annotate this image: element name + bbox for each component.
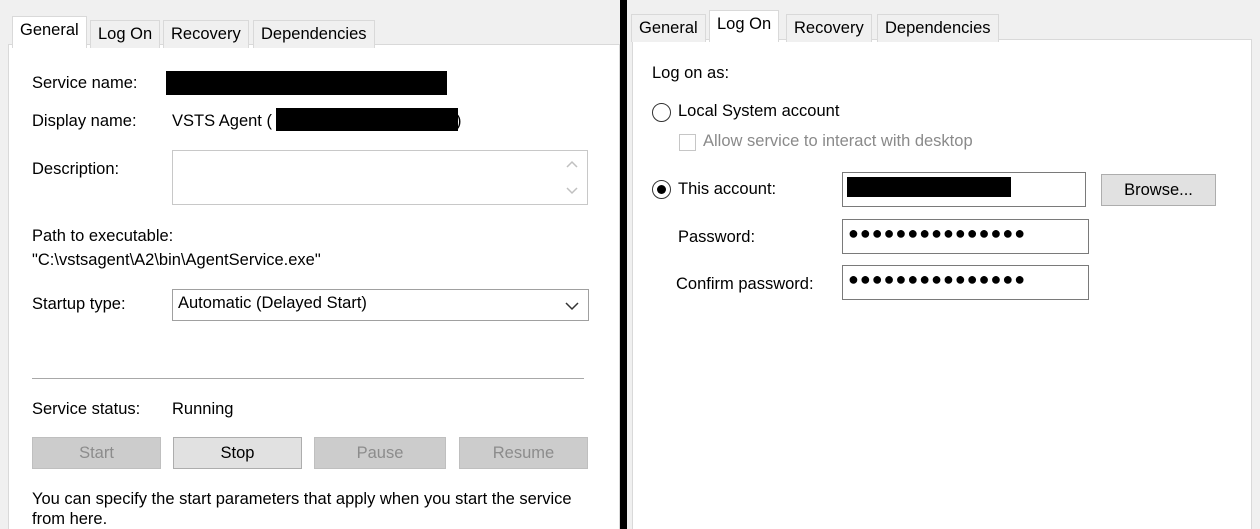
password-field[interactable]: ●●●●●●●●●●●●●●●: [842, 219, 1089, 254]
service-status-value: Running: [172, 400, 234, 418]
start-parameters-hint-line2: from here.: [32, 510, 108, 528]
path-to-executable-label: Path to executable:: [32, 227, 174, 245]
scroll-up-icon[interactable]: [565, 159, 579, 169]
tab-general[interactable]: General: [12, 16, 87, 48]
service-name-label: Service name:: [32, 74, 138, 92]
local-system-label[interactable]: Local System account: [678, 102, 839, 121]
password-label: Password:: [678, 228, 756, 246]
log-on-properties-panel: General Log On Recovery Dependencies Log…: [627, 0, 1260, 529]
start-parameters-hint-line1: You can specify the start parameters tha…: [32, 490, 572, 508]
startup-type-select[interactable]: Automatic (Delayed Start): [172, 289, 589, 321]
display-name-suffix: ): [456, 112, 462, 130]
resume-button[interactable]: Resume: [459, 437, 588, 469]
tab-recovery[interactable]: Recovery: [163, 20, 249, 48]
allow-interact-checkbox[interactable]: [679, 134, 696, 151]
separator: [32, 378, 584, 380]
password-value: ●●●●●●●●●●●●●●●: [848, 223, 1027, 243]
tab-log-on[interactable]: Log On: [90, 20, 161, 48]
confirm-password-field[interactable]: ●●●●●●●●●●●●●●●: [842, 265, 1089, 300]
this-account-label[interactable]: This account:: [678, 180, 776, 199]
scroll-down-icon[interactable]: [565, 186, 579, 196]
service-name-redacted: [166, 71, 447, 95]
startup-type-label: Startup type:: [32, 295, 126, 313]
start-button[interactable]: Start: [32, 437, 161, 469]
local-system-radio[interactable]: [652, 103, 671, 122]
display-name-prefix: VSTS Agent (: [172, 112, 272, 130]
tab-dependencies[interactable]: Dependencies: [877, 14, 999, 42]
display-name-label: Display name:: [32, 112, 137, 130]
tab-general[interactable]: General: [631, 14, 706, 42]
confirm-password-value: ●●●●●●●●●●●●●●●: [848, 269, 1027, 289]
tab-log-on[interactable]: Log On: [709, 10, 780, 42]
this-account-radio[interactable]: [652, 180, 671, 199]
general-properties-panel: General Log On Recovery Dependencies Ser…: [0, 0, 620, 529]
tab-recovery[interactable]: Recovery: [786, 14, 872, 42]
confirm-password-label: Confirm password:: [676, 275, 814, 293]
tab-dependencies[interactable]: Dependencies: [253, 20, 375, 48]
account-name-redacted: [847, 177, 1011, 197]
service-status-label: Service status:: [32, 400, 141, 418]
allow-interact-label: Allow service to interact with desktop: [703, 132, 973, 150]
startup-type-value: Automatic (Delayed Start): [178, 294, 367, 312]
path-to-executable-value: "C:\vstsagent\A2\bin\AgentService.exe": [32, 251, 321, 269]
display-name-redacted: [276, 108, 458, 131]
description-textbox[interactable]: [172, 150, 588, 205]
chevron-down-icon: [565, 302, 579, 311]
description-label: Description:: [32, 160, 120, 178]
browse-button[interactable]: Browse...: [1101, 174, 1216, 206]
pause-button[interactable]: Pause: [314, 437, 446, 469]
account-name-field[interactable]: [842, 172, 1086, 207]
radio-selected-dot: [657, 185, 666, 194]
stop-button[interactable]: Stop: [173, 437, 302, 469]
log-on-as-label: Log on as:: [652, 64, 730, 82]
